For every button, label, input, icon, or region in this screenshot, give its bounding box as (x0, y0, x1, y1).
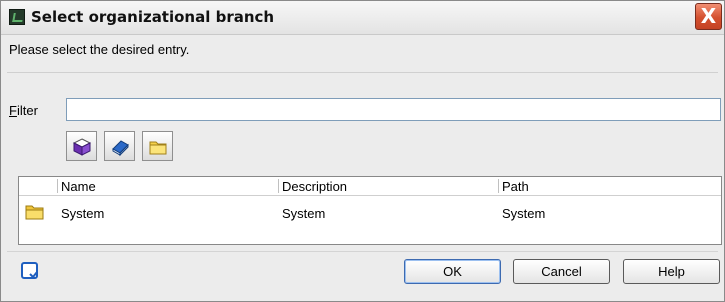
help-button[interactable]: Help (623, 259, 720, 284)
toolbar-button-folder[interactable] (142, 131, 173, 161)
book-icon (112, 140, 129, 157)
cell-path: System (502, 206, 546, 221)
entries-table[interactable]: Name Description Path System System Syst… (18, 176, 722, 245)
filter-label: Filter (9, 103, 38, 118)
app-icon (9, 9, 25, 25)
ok-button[interactable]: OK (404, 259, 501, 284)
cube-icon (72, 138, 92, 156)
filter-input[interactable] (66, 98, 721, 121)
column-header-description[interactable]: Description (282, 179, 347, 194)
cancel-button[interactable]: Cancel (513, 259, 610, 284)
close-button[interactable]: X (695, 3, 722, 30)
title-bar[interactable]: Select organizational branch X (1, 1, 724, 35)
checkbox-icon[interactable] (21, 262, 39, 280)
toolbar-button-book[interactable] (104, 131, 135, 161)
table-header: Name Description Path (19, 177, 721, 196)
column-separator (278, 179, 279, 193)
cell-description: System (282, 206, 326, 221)
cell-name: System (61, 206, 105, 221)
divider (7, 251, 718, 252)
column-separator (498, 179, 499, 193)
table-row[interactable]: System System System (19, 201, 721, 223)
column-separator (57, 179, 58, 193)
folder-icon (149, 141, 167, 155)
folder-icon (25, 205, 44, 220)
instruction-text: Please select the desired entry. (9, 42, 190, 57)
column-header-name[interactable]: Name (61, 179, 96, 194)
toolbar-button-cube[interactable] (66, 131, 97, 161)
column-header-path[interactable]: Path (502, 179, 529, 194)
dialog-window: Select organizational branch X Please se… (0, 0, 725, 302)
divider (7, 72, 718, 73)
window-title: Select organizational branch (31, 8, 275, 26)
